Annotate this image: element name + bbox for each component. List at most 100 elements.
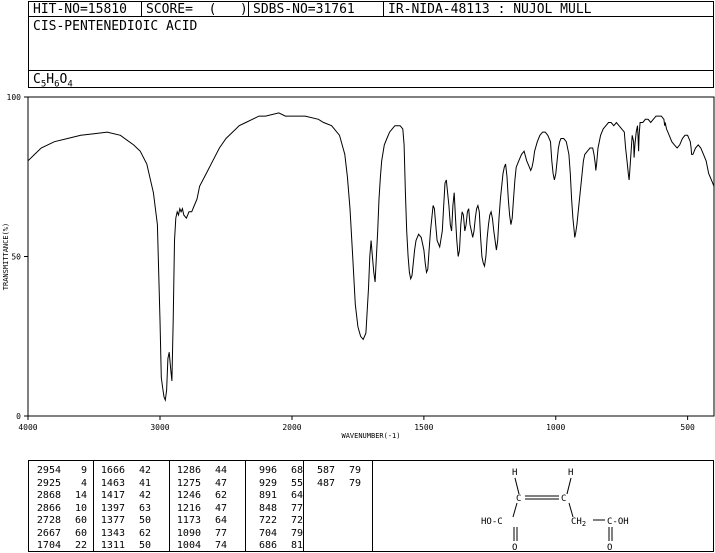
peak-wavenumber: 487 <box>316 477 335 489</box>
peak-wavenumber: 1275 <box>176 477 201 489</box>
y-axis-label: TRANSMITTANCE(%) <box>2 223 10 290</box>
y-tick-label: 100 <box>7 93 22 102</box>
peak-entry: 1704 22 <box>33 539 87 552</box>
peak-wavenumber: 996 <box>258 465 277 476</box>
peak-transmittance: 60 <box>74 527 87 539</box>
peak-transmittance: 60 <box>74 515 87 526</box>
peak-transmittance: 72 <box>290 515 303 526</box>
plot-frame <box>27 96 715 417</box>
peak-wavenumber: 2728 <box>36 515 61 526</box>
peak-entry: 1286 44 <box>173 464 227 477</box>
peak-wavenumber: 1343 <box>100 527 125 539</box>
peak-entry: 996 68 <box>249 464 303 477</box>
peak-wavenumber: 2925 <box>36 477 61 489</box>
peak-wavenumber: 1246 <box>176 490 201 501</box>
compound-name-box: CIS-PENTENEDIOIC ACID <box>28 17 714 71</box>
score: SCORE= ( ) <box>146 2 248 17</box>
ir-spectrum-chart: 4000 3000 2000 1500 1000 500100500WAVENUMBER(… <box>2 93 715 440</box>
peak-entry: 1004 74 <box>173 539 227 552</box>
spectrum-line <box>27 112 715 403</box>
header-bar: HIT-NO=15810 SCORE= ( ) SDBS-NO=31761 IR… <box>28 1 714 17</box>
y-tick-label: 0 <box>16 412 21 421</box>
x-tick-label: 3000 <box>150 423 169 432</box>
x-axis-label: WAVENUMBER(-1) <box>341 432 400 440</box>
peak-entry: 1666 42 <box>97 464 151 477</box>
peak-transmittance: 42 <box>138 490 151 501</box>
x-tick-label: 4000 <box>18 423 37 432</box>
peak-transmittance: 64 <box>214 515 227 526</box>
peak-transmittance: 47 <box>214 502 227 514</box>
x-tick-label: 500 <box>680 423 695 432</box>
peak-wavenumber: 2868 <box>36 490 61 501</box>
peak-wavenumber: 891 <box>258 490 277 501</box>
peak-transmittance: 79 <box>348 465 361 476</box>
formula-box: C5H6O4 <box>28 71 714 90</box>
peak-entry: 704 79 <box>249 527 303 540</box>
x-tick-label: 2000 <box>282 423 301 432</box>
peak-wavenumber: 2866 <box>36 502 61 514</box>
peak-transmittance: 64 <box>290 490 303 501</box>
peak-entry: 722 72 <box>249 514 303 527</box>
peak-entry: 1216 47 <box>173 502 227 515</box>
peak-wavenumber: 1463 <box>100 477 125 489</box>
peak-entry: 686 81 <box>249 539 303 552</box>
peak-transmittance: 41 <box>138 477 151 489</box>
peak-transmittance: 47 <box>214 477 227 489</box>
peak-entry: 2866 10 <box>33 502 87 515</box>
peak-entry: 1343 62 <box>97 527 151 540</box>
peak-transmittance: 9 <box>80 465 87 476</box>
peak-transmittance: 22 <box>74 540 87 551</box>
peak-transmittance: 42 <box>138 465 151 476</box>
structure-right-group: C-OH <box>607 517 629 527</box>
ir-info: IR-NIDA-48113 : NUJOL MULL <box>388 2 592 17</box>
peak-entry: 587 79 <box>307 464 361 477</box>
peak-entry: 1090 77 <box>173 527 227 540</box>
sdbs-number: SDBS-NO=31761 <box>253 2 355 17</box>
peak-entry: 1377 50 <box>97 514 151 527</box>
structure-left-oxygen: O <box>512 543 517 552</box>
chart-axes <box>24 96 715 420</box>
peak-entry: 1463 41 <box>97 477 151 490</box>
peak-entry: 2667 60 <box>33 527 87 540</box>
peak-wavenumber: 1004 <box>176 540 201 551</box>
peak-wavenumber: 587 <box>316 465 335 476</box>
peak-wavenumber: 1286 <box>176 465 201 476</box>
peak-transmittance: 55 <box>290 477 303 489</box>
compound-name: CIS-PENTENEDIOIC ACID <box>33 19 198 34</box>
structure-ch2: CH2 <box>571 517 586 528</box>
peak-transmittance: 62 <box>138 527 151 539</box>
peak-wavenumber: 1397 <box>100 502 125 514</box>
peak-transmittance: 77 <box>290 502 303 514</box>
chart-labels: 4000 3000 2000 1500 1000 500100500WAVENUMBER(… <box>2 93 695 440</box>
peak-entry: 2954 9 <box>33 464 87 477</box>
peak-entry: 891 64 <box>249 489 303 502</box>
structure-c-left: C <box>516 494 521 504</box>
peak-wavenumber: 1216 <box>176 502 201 514</box>
peak-wavenumber: 1704 <box>36 540 61 551</box>
peak-transmittance: 50 <box>138 515 151 526</box>
peak-wavenumber: 1417 <box>100 490 125 501</box>
peak-transmittance: 81 <box>290 540 303 551</box>
y-tick-label: 50 <box>11 253 21 262</box>
peak-entry: 1311 50 <box>97 539 151 552</box>
peak-transmittance: 63 <box>138 502 151 514</box>
structure-c-right: C <box>561 494 566 504</box>
peak-wavenumber: 686 <box>258 540 277 551</box>
peak-transmittance: 4 <box>80 477 87 489</box>
structure-h-left: H <box>512 468 517 478</box>
peak-transmittance: 62 <box>214 490 227 501</box>
peak-transmittance: 50 <box>138 540 151 551</box>
peak-entry: 1275 47 <box>173 477 227 490</box>
peak-wavenumber: 1173 <box>176 515 201 526</box>
peak-entry: 848 77 <box>249 502 303 515</box>
peak-wavenumber: 722 <box>258 515 277 526</box>
peak-wavenumber: 1311 <box>100 540 125 551</box>
peak-transmittance: 77 <box>214 527 227 539</box>
structure-left-group: HO-C <box>481 517 503 527</box>
peak-entry: 1173 64 <box>173 514 227 527</box>
peak-transmittance: 79 <box>290 527 303 539</box>
peak-entry: 2728 60 <box>33 514 87 527</box>
peak-entry: 1246 62 <box>173 489 227 502</box>
structure-diagram: H H C C HO-C O CH2 C-OH O <box>481 468 629 552</box>
peak-wavenumber: 1090 <box>176 527 201 539</box>
